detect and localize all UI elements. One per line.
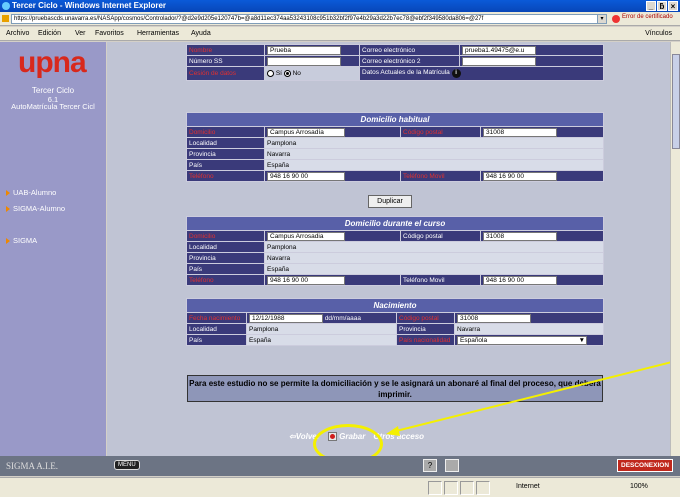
internet-zone: Internet bbox=[516, 483, 540, 490]
annotation-arrow bbox=[386, 359, 680, 436]
desconexion-button[interactable]: DESCONEXION bbox=[617, 459, 674, 472]
scroll-thumb[interactable] bbox=[672, 54, 680, 149]
zoom-level[interactable]: 100% bbox=[630, 483, 648, 490]
sigma-brand: SIGMA A.I.E. bbox=[6, 461, 59, 471]
menu-button[interactable]: MENU bbox=[114, 460, 140, 470]
arrow-head bbox=[386, 426, 400, 436]
arrow-line bbox=[391, 359, 680, 433]
sigma-footer: SIGMA A.I.E. MENU ? DESCONEXION bbox=[0, 456, 680, 476]
status-segment bbox=[476, 481, 490, 495]
help-button[interactable]: ? bbox=[423, 459, 437, 472]
status-segment bbox=[444, 481, 458, 495]
status-segment bbox=[428, 481, 442, 495]
vertical-scrollbar[interactable] bbox=[670, 42, 680, 456]
status-segment bbox=[460, 481, 474, 495]
status-bar: Internet 100% bbox=[0, 477, 680, 497]
mail-icon[interactable] bbox=[445, 459, 459, 472]
